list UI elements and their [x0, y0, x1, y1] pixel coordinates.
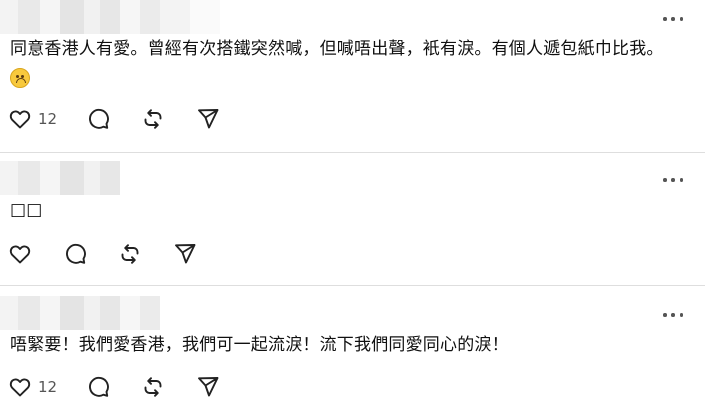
heart-icon	[9, 245, 31, 264]
post-text-content: □□	[10, 200, 43, 220]
reply-button[interactable]	[86, 107, 141, 131]
blurred-author-info	[0, 0, 220, 34]
post-actions: 12	[8, 106, 236, 132]
heart-icon	[9, 110, 31, 129]
more-options-icon[interactable]	[663, 14, 683, 24]
share-button[interactable]	[196, 107, 236, 131]
blurred-author-info	[0, 296, 160, 330]
blurred-author-info	[0, 161, 120, 195]
post-2: □□	[0, 153, 705, 285]
speech-bubble-icon	[89, 108, 109, 129]
paper-plane-icon	[198, 109, 219, 129]
share-button[interactable]	[173, 242, 213, 266]
post-text: 同意香港人有愛。曾經有次搭鐵突然喊，但喊唔出聲，衹有淚。有個人遞包紙巾比我。	[10, 34, 685, 94]
post-text-content: 唔緊要！我們愛香港，我們可一起流淚！流下我們同愛同心的淚！	[10, 335, 509, 355]
post-text: 唔緊要！我們愛香港，我們可一起流淚！流下我們同愛同心的淚！	[10, 330, 685, 360]
more-options-icon[interactable]	[663, 310, 683, 320]
reply-button[interactable]	[86, 375, 141, 399]
repost-button[interactable]	[141, 107, 196, 131]
post-1: 同意香港人有愛。曾經有次搭鐵突然喊，但喊唔出聲，衹有淚。有個人遞包紙巾比我。 1…	[0, 0, 705, 152]
paper-plane-icon	[198, 377, 219, 397]
repost-icon	[144, 109, 162, 129]
heart-icon	[9, 378, 31, 397]
share-button[interactable]	[196, 375, 236, 399]
reply-button[interactable]	[63, 242, 118, 266]
post-text-content: 同意香港人有愛。曾經有次搭鐵突然喊，但喊唔出聲，衹有淚。有個人遞包紙巾比我。	[10, 39, 664, 59]
sad-face-emoji-icon	[10, 68, 30, 88]
paper-plane-icon	[175, 244, 196, 264]
like-button[interactable]: 12	[8, 375, 86, 399]
repost-button[interactable]	[118, 242, 173, 266]
repost-icon	[144, 377, 162, 397]
post-text: □□	[10, 195, 685, 225]
repost-button[interactable]	[141, 375, 196, 399]
post-3: 唔緊要！我們愛香港，我們可一起流淚！流下我們同愛同心的淚！ 12	[0, 286, 705, 405]
post-actions	[8, 241, 213, 267]
like-count: 12	[38, 110, 58, 128]
speech-bubble-icon	[89, 376, 109, 397]
more-options-icon[interactable]	[663, 175, 683, 185]
post-actions: 12	[8, 374, 236, 400]
like-button[interactable]	[8, 242, 63, 266]
speech-bubble-icon	[66, 243, 86, 264]
like-count: 12	[38, 378, 58, 396]
repost-icon	[121, 244, 139, 264]
like-button[interactable]: 12	[8, 107, 86, 131]
